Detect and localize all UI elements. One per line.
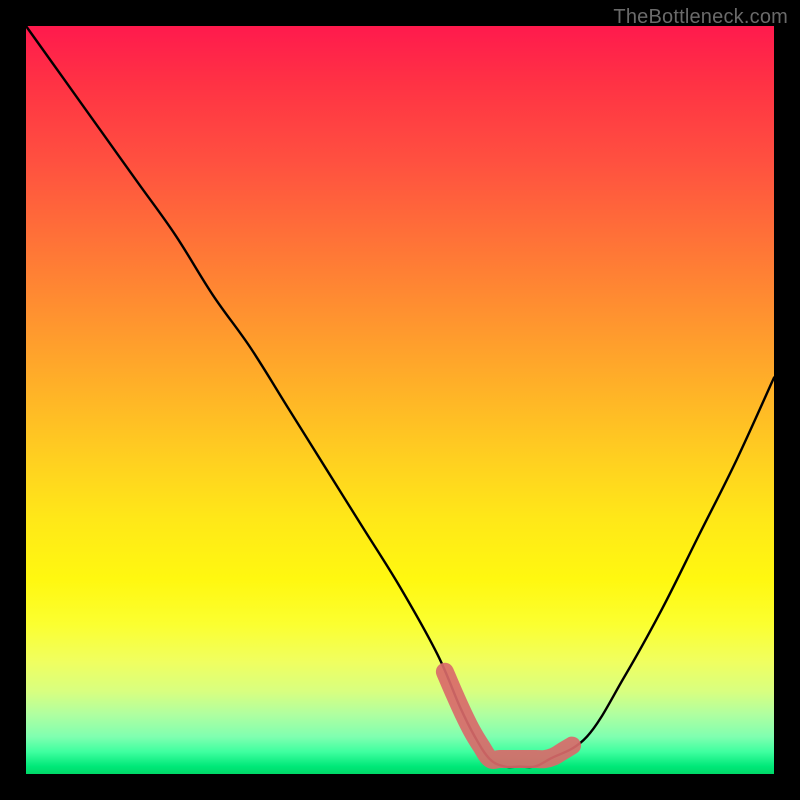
bottleneck-chart: TheBottleneck.com <box>0 0 800 800</box>
optimal-range-marker <box>445 672 572 760</box>
plot-gradient-area <box>26 26 774 774</box>
curve-layer <box>26 26 774 774</box>
bottleneck-curve-path <box>26 26 774 767</box>
